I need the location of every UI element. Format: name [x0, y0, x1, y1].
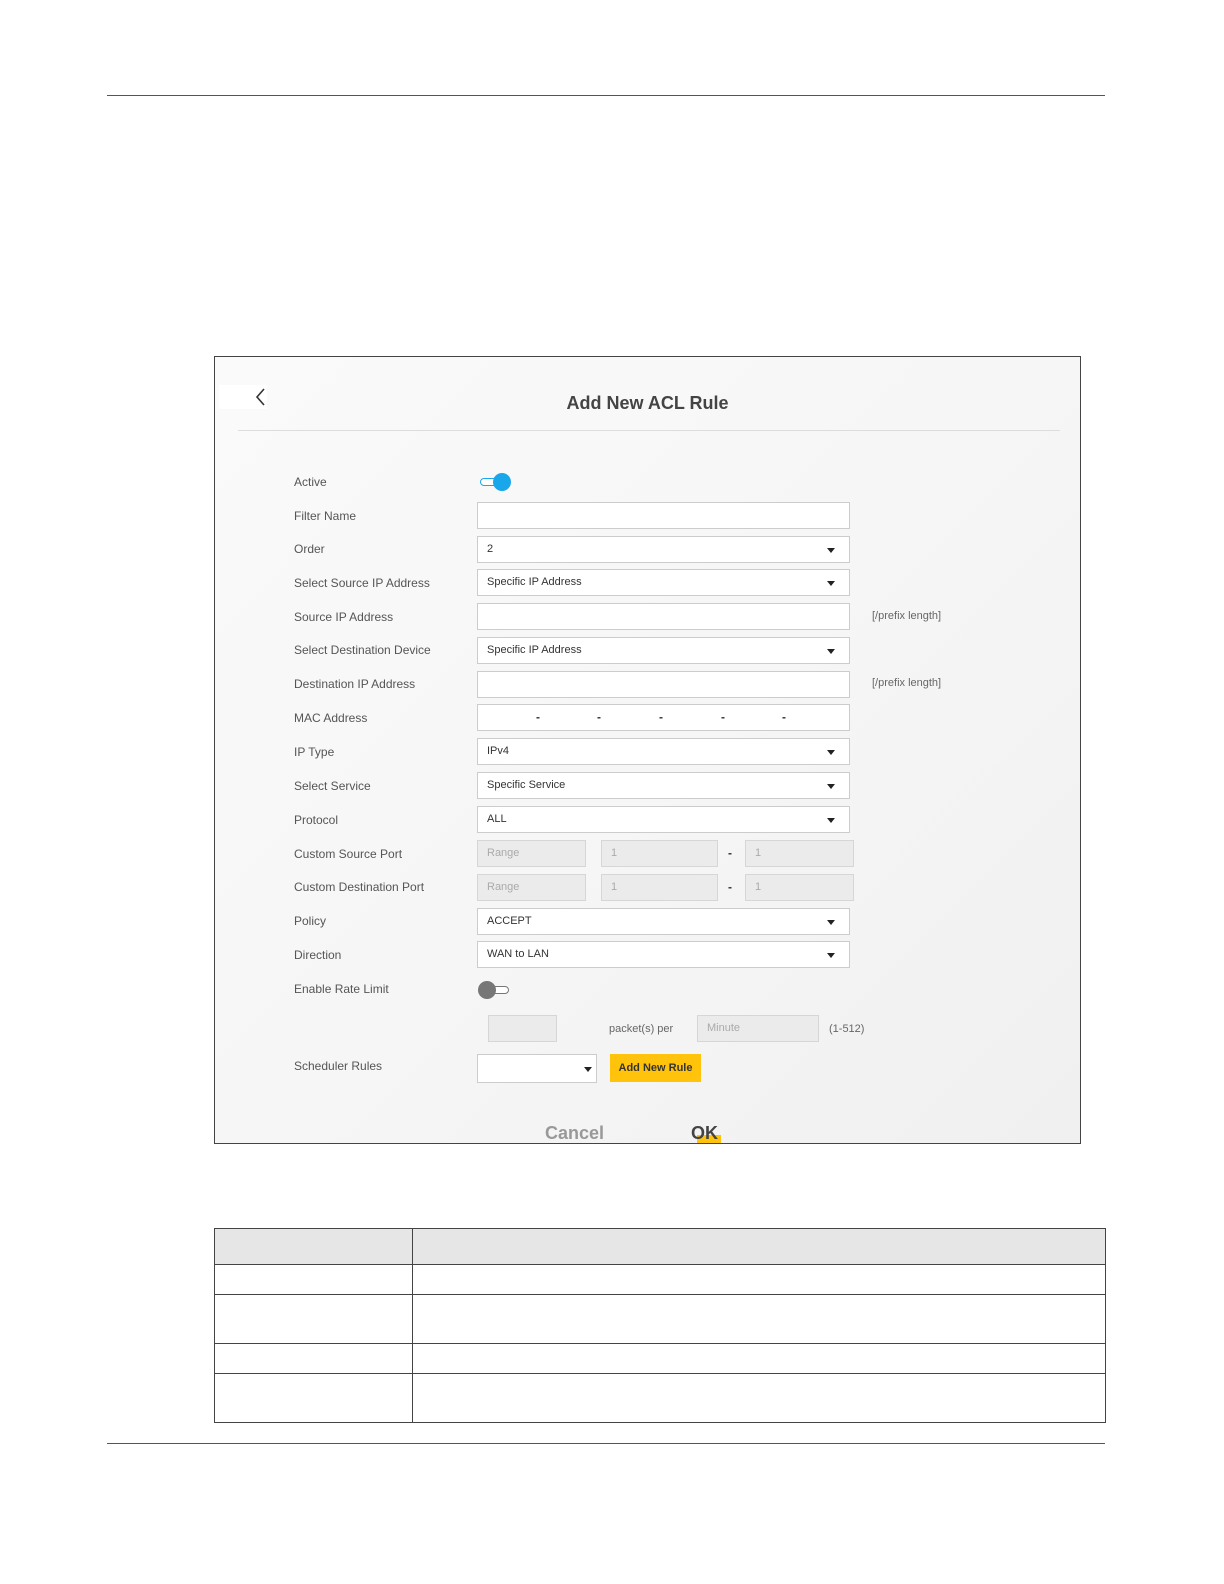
table-row — [214, 1264, 1106, 1295]
order-label: Order — [294, 542, 325, 556]
caret-down-icon — [827, 750, 835, 755]
rate-period-select[interactable]: Minute — [697, 1015, 819, 1042]
caret-down-icon — [584, 1067, 592, 1072]
ip-type-label: IP Type — [294, 745, 335, 759]
scheduler-rules-select[interactable] — [477, 1054, 597, 1083]
select-service-value: Specific Service — [487, 779, 566, 791]
table-cell — [214, 1264, 413, 1295]
table-row — [214, 1294, 1106, 1344]
source-port-mode-select[interactable]: Range — [477, 840, 586, 867]
port-range-separator: - — [728, 846, 732, 860]
caret-down-icon — [827, 953, 835, 958]
packets-per-label: packet(s) per — [609, 1023, 674, 1035]
filter-name-label: Filter Name — [294, 509, 357, 523]
header-rule — [107, 95, 1105, 96]
mac-separator: - — [597, 710, 601, 724]
source-ip-label: Source IP Address — [294, 610, 394, 624]
mac-separator: - — [721, 710, 725, 724]
port-range-separator: - — [728, 880, 732, 894]
source-ip-input[interactable] — [477, 603, 850, 630]
ip-type-value: IPv4 — [487, 745, 510, 757]
caret-down-icon — [827, 920, 835, 925]
caret-down-icon — [827, 649, 835, 654]
ip-type-select[interactable]: IPv4 — [477, 738, 850, 765]
policy-value: ACCEPT — [487, 915, 532, 927]
footer-rule — [107, 1443, 1105, 1444]
protocol-select[interactable]: ALL — [477, 806, 850, 833]
filter-name-input[interactable] — [477, 502, 850, 529]
dialog-title: Add New ACL Rule — [566, 393, 729, 413]
direction-label: Direction — [294, 948, 342, 962]
title-divider — [238, 430, 1060, 431]
add-acl-rule-dialog: Add New ACL Rule Active Filter Name Orde… — [214, 356, 1081, 1144]
dest-ip-label: Destination IP Address — [294, 677, 416, 691]
select-dest-device-select[interactable]: Specific IP Address — [477, 637, 850, 664]
select-service-label: Select Service — [294, 779, 371, 793]
custom-source-port-label: Custom Source Port — [294, 847, 403, 861]
rate-range-hint: (1-512) — [829, 1023, 865, 1035]
source-port-start-input[interactable]: 1 — [601, 840, 718, 867]
table-header-cell — [214, 1228, 413, 1265]
table-cell — [214, 1294, 413, 1344]
source-port-end-input[interactable]: 1 — [745, 840, 854, 867]
rate-limit-toggle[interactable] — [478, 981, 511, 999]
ok-button[interactable]: OK — [691, 1123, 718, 1143]
order-select[interactable]: 2 — [477, 536, 850, 563]
table-cell — [214, 1373, 413, 1423]
policy-label: Policy — [294, 914, 327, 928]
rate-value-input[interactable] — [488, 1015, 557, 1042]
policy-select[interactable]: ACCEPT — [477, 908, 850, 935]
dest-port-end-input[interactable]: 1 — [745, 874, 854, 901]
table-header-row — [214, 1228, 1106, 1265]
select-source-ip-label: Select Source IP Address — [294, 576, 430, 590]
direction-select[interactable]: WAN to LAN — [477, 941, 850, 968]
order-value: 2 — [487, 543, 494, 555]
dest-ip-prefix-hint: [/prefix length] — [872, 677, 942, 689]
cancel-button[interactable]: Cancel — [545, 1123, 604, 1143]
dest-port-start-input[interactable]: 1 — [601, 874, 718, 901]
add-new-rule-button[interactable]: Add New Rule — [610, 1054, 701, 1082]
scheduler-rules-label: Scheduler Rules — [294, 1059, 383, 1073]
table-cell — [214, 1343, 413, 1374]
select-service-select[interactable]: Specific Service — [477, 772, 850, 799]
caret-down-icon — [827, 548, 835, 553]
caret-down-icon — [827, 818, 835, 823]
mac-address-label: MAC Address — [294, 711, 368, 725]
protocol-value: ALL — [487, 813, 507, 825]
mac-separator: - — [782, 710, 786, 724]
table-row — [214, 1343, 1106, 1374]
dest-ip-input[interactable] — [477, 671, 850, 698]
active-label: Active — [294, 475, 327, 489]
active-toggle[interactable] — [478, 473, 511, 491]
enable-rate-limit-label: Enable Rate Limit — [294, 982, 389, 996]
table-header-cell — [412, 1228, 1106, 1265]
caret-down-icon — [827, 784, 835, 789]
direction-value: WAN to LAN — [487, 948, 549, 960]
select-dest-device-label: Select Destination Device — [294, 643, 431, 657]
table-cell — [412, 1343, 1106, 1374]
dest-port-mode-select[interactable]: Range — [477, 874, 586, 901]
source-ip-prefix-hint: [/prefix length] — [872, 610, 942, 622]
mac-separator: - — [659, 710, 663, 724]
select-dest-device-value: Specific IP Address — [487, 644, 582, 656]
select-source-ip-value: Specific IP Address — [487, 576, 582, 588]
mac-address-input[interactable]: - - - - - — [477, 704, 850, 731]
custom-dest-port-label: Custom Destination Port — [294, 880, 425, 894]
table-cell — [412, 1294, 1106, 1344]
table-cell — [412, 1373, 1106, 1423]
mac-separator: - — [536, 710, 540, 724]
table-row — [214, 1373, 1106, 1423]
select-source-ip-select[interactable]: Specific IP Address — [477, 569, 850, 596]
protocol-label: Protocol — [294, 813, 339, 827]
caret-down-icon — [827, 581, 835, 586]
description-table — [214, 1228, 1106, 1423]
table-cell — [412, 1264, 1106, 1295]
